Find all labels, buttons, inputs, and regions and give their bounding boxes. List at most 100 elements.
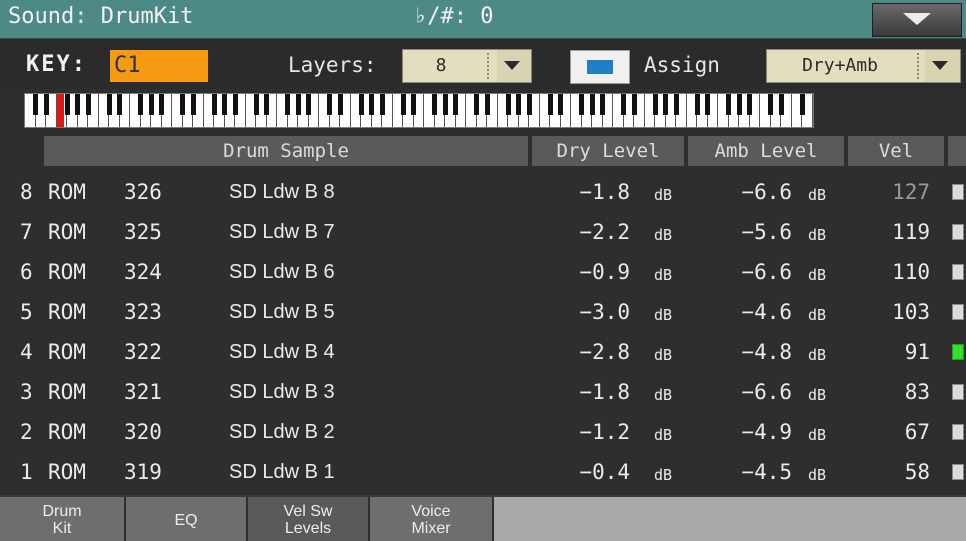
layers-select[interactable]: 8 xyxy=(402,49,532,83)
piano-black-key[interactable] xyxy=(379,94,385,115)
piano-black-key[interactable] xyxy=(631,94,637,115)
amb-level-value[interactable]: −4.5 xyxy=(700,460,792,484)
piano-black-key[interactable] xyxy=(180,94,186,115)
piano-black-key[interactable] xyxy=(159,94,165,115)
keyboard[interactable] xyxy=(24,93,814,128)
piano-black-key[interactable] xyxy=(673,94,679,115)
piano-black-key[interactable] xyxy=(747,94,753,115)
table-row[interactable]: 3 ROM 321 SD Ldw B 3 −1.8 dB −6.6 dB 83 xyxy=(0,372,966,412)
piano-black-key[interactable] xyxy=(768,94,774,115)
assign-checkbox[interactable] xyxy=(570,50,630,84)
velocity-value[interactable]: 91 xyxy=(850,340,930,364)
dry-level-value[interactable]: −1.8 xyxy=(500,180,630,204)
piano-black-key[interactable] xyxy=(505,94,511,115)
table-row[interactable]: 8 ROM 326 SD Ldw B 8 −1.8 dB −6.6 dB 127 xyxy=(0,172,966,212)
piano-black-key[interactable] xyxy=(306,94,312,115)
table-row[interactable]: 1 ROM 319 SD Ldw B 1 −0.4 dB −4.5 dB 58 xyxy=(0,452,966,492)
velocity-value[interactable]: 58 xyxy=(850,460,930,484)
table-row[interactable]: 2 ROM 320 SD Ldw B 2 −1.2 dB −4.9 dB 67 xyxy=(0,412,966,452)
piano-black-key[interactable] xyxy=(442,94,448,115)
piano-black-key[interactable] xyxy=(190,94,196,115)
piano-black-key[interactable] xyxy=(369,94,375,115)
piano-black-key[interactable] xyxy=(579,94,585,115)
piano-black-key[interactable] xyxy=(211,94,217,115)
piano-black-key[interactable] xyxy=(106,94,112,115)
mode-select[interactable]: Dry+Amb xyxy=(766,49,961,83)
piano-black-key[interactable] xyxy=(75,94,81,115)
piano-black-key[interactable] xyxy=(232,94,238,115)
velocity-value[interactable]: 119 xyxy=(850,220,930,244)
piano-black-key[interactable] xyxy=(358,94,364,115)
tab-drum-kit[interactable]: Drum Kit xyxy=(0,497,126,541)
piano-black-key[interactable] xyxy=(726,94,732,115)
amb-level-value[interactable]: −4.9 xyxy=(700,420,792,444)
piano-black-key[interactable] xyxy=(85,94,91,115)
piano-black-key[interactable] xyxy=(43,94,49,115)
piano-black-key[interactable] xyxy=(547,94,553,115)
piano-black-key[interactable] xyxy=(117,94,123,115)
piano-black-key[interactable] xyxy=(589,94,595,115)
piano-black-key[interactable] xyxy=(33,94,38,115)
table-row[interactable]: 5 ROM 323 SD Ldw B 5 −3.0 dB −4.6 dB 103 xyxy=(0,292,966,332)
piano-black-key[interactable] xyxy=(474,94,480,115)
piano-black-key[interactable] xyxy=(705,94,711,115)
dry-level-value[interactable]: −3.0 xyxy=(500,300,630,324)
page-menu-button[interactable] xyxy=(872,3,962,37)
amb-level-value[interactable]: −6.6 xyxy=(700,180,792,204)
tab-voice-mixer[interactable]: Voice Mixer xyxy=(370,497,494,541)
piano-black-key[interactable] xyxy=(64,94,70,115)
tab-eq[interactable]: EQ xyxy=(126,497,248,541)
velocity-value[interactable]: 83 xyxy=(850,380,930,404)
sample-name: SD Ldw B 6 xyxy=(229,261,335,283)
piano-black-key[interactable] xyxy=(411,94,417,115)
velocity-value[interactable]: 67 xyxy=(850,420,930,444)
piano-black-key[interactable] xyxy=(652,94,658,115)
dry-level-value[interactable]: −1.2 xyxy=(500,420,630,444)
piano-black-key[interactable] xyxy=(327,94,333,115)
amb-level-value[interactable]: −4.6 xyxy=(700,300,792,324)
tab-vel-sw-levels[interactable]: Vel Sw Levels xyxy=(248,497,370,541)
chevron-down-icon[interactable] xyxy=(925,50,960,82)
velocity-value[interactable]: 127 xyxy=(850,180,930,204)
dry-level-value[interactable]: −1.8 xyxy=(500,380,630,404)
piano-black-key[interactable] xyxy=(778,94,784,115)
key-field[interactable]: C1 xyxy=(110,50,208,82)
table-row[interactable]: 7 ROM 325 SD Ldw B 7 −2.2 dB −5.6 dB 119 xyxy=(0,212,966,252)
table-row[interactable]: 6 ROM 324 SD Ldw B 6 −0.9 dB −6.6 dB 110 xyxy=(0,252,966,292)
piano-black-key[interactable] xyxy=(222,94,228,115)
sample-number: 325 xyxy=(124,220,162,244)
amb-level-value[interactable]: −4.8 xyxy=(700,340,792,364)
dry-level-value[interactable]: −2.8 xyxy=(500,340,630,364)
velocity-value[interactable]: 103 xyxy=(850,300,930,324)
table-row[interactable]: 4 ROM 322 SD Ldw B 4 −2.8 dB −4.8 dB 91 xyxy=(0,332,966,372)
piano-black-key[interactable] xyxy=(295,94,301,115)
piano-black-key[interactable] xyxy=(799,94,805,115)
piano-black-key[interactable] xyxy=(400,94,406,115)
piano-black-key[interactable] xyxy=(621,94,627,115)
amb-level-value[interactable]: −6.6 xyxy=(700,380,792,404)
amb-level-value[interactable]: −6.6 xyxy=(700,260,792,284)
piano-black-key[interactable] xyxy=(694,94,700,115)
piano-black-key[interactable] xyxy=(484,94,490,115)
chevron-down-icon[interactable] xyxy=(497,50,531,82)
piano-black-key[interactable] xyxy=(148,94,154,115)
piano-black-key[interactable] xyxy=(736,94,742,115)
dry-level-value[interactable]: −2.2 xyxy=(500,220,630,244)
dry-level-value[interactable]: −0.4 xyxy=(500,460,630,484)
piano-black-key[interactable] xyxy=(516,94,522,115)
piano-black-key[interactable] xyxy=(285,94,291,115)
piano-black-key[interactable] xyxy=(558,94,564,115)
piano-black-key[interactable] xyxy=(663,94,669,115)
dry-level-value[interactable]: −0.9 xyxy=(500,260,630,284)
velocity-value[interactable]: 110 xyxy=(850,260,930,284)
piano-black-key[interactable] xyxy=(453,94,459,115)
piano-black-key[interactable] xyxy=(253,94,259,115)
piano-black-key[interactable] xyxy=(526,94,532,115)
layer-number: 6 xyxy=(20,260,33,284)
piano-black-key[interactable] xyxy=(264,94,270,115)
piano-black-key[interactable] xyxy=(138,94,144,115)
amb-level-value[interactable]: −5.6 xyxy=(700,220,792,244)
piano-black-key[interactable] xyxy=(337,94,343,115)
piano-black-key[interactable] xyxy=(432,94,438,115)
piano-black-key[interactable] xyxy=(600,94,606,115)
